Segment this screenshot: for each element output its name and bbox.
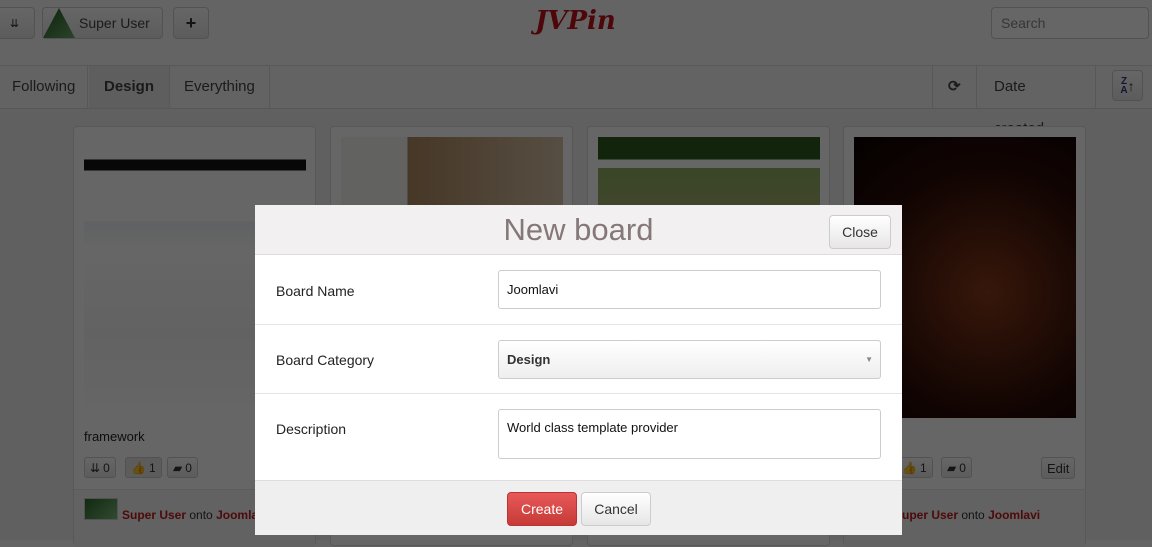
selected-category: Design: [507, 352, 551, 367]
user-name: Super User: [79, 15, 150, 31]
pin-icon: ⇊: [9, 17, 20, 30]
comment-icon: ▰: [173, 460, 183, 475]
tab-everything[interactable]: Everything: [170, 66, 270, 108]
user-menu-button[interactable]: Super User: [42, 7, 163, 39]
edit-button[interactable]: Edit: [1041, 457, 1076, 479]
logo[interactable]: JVPin: [535, 6, 616, 36]
sort-za-icon: ZA: [1120, 75, 1128, 96]
board-category-select[interactable]: Design ▼: [498, 340, 881, 379]
description-label: Description: [276, 421, 347, 437]
arrow-up-icon: ↑: [1127, 77, 1135, 94]
repin-button[interactable]: ⇊ 0: [84, 457, 116, 478]
close-button[interactable]: Close: [829, 215, 891, 249]
description-row: Description World class template provide…: [255, 394, 902, 480]
repin-count: 0: [103, 460, 110, 475]
like-button[interactable]: 👍 1: [125, 457, 162, 478]
thumbs-up-icon: 👍: [131, 460, 146, 475]
pin-title: framework: [84, 429, 145, 444]
sort-order-button[interactable]: Z A ↑: [1112, 70, 1143, 101]
avatar: [43, 8, 75, 38]
user-link[interactable]: Super User: [894, 508, 958, 522]
pin-attribution: Super User onto Joomlavi: [122, 508, 268, 522]
board-name-label: Board Name: [276, 283, 355, 299]
board-category-row: Board Category Design ▼: [255, 325, 902, 394]
avatar[interactable]: [84, 498, 118, 520]
onto-text: onto: [961, 508, 985, 522]
board-link[interactable]: Joomlavi: [988, 508, 1040, 522]
category-nav: Following Design Everything ⟳ Date creat…: [0, 66, 1152, 137]
comment-count: 0: [185, 460, 192, 475]
create-button[interactable]: Create: [507, 492, 577, 526]
tab-design[interactable]: Design: [89, 66, 171, 108]
comment-count: 0: [959, 460, 966, 475]
repin-menu-button[interactable]: ⇊: [0, 7, 35, 39]
sort-select[interactable]: Date created: [978, 66, 1096, 137]
comment-icon: ▰: [947, 460, 957, 475]
pin-icon: ⇊: [90, 460, 101, 475]
dialog-footer: Create Cancel: [255, 480, 902, 535]
like-count: 1: [919, 460, 927, 475]
top-bar: ⇊ Super User + JVPin: [0, 0, 1152, 66]
plus-icon: +: [185, 12, 197, 33]
pin-attribution: Super User onto Joomlavi: [894, 508, 1040, 522]
thumbs-up-icon: 👍: [902, 460, 917, 475]
dialog-header: New board Close: [255, 205, 902, 255]
add-button[interactable]: +: [173, 7, 209, 39]
refresh-button[interactable]: ⟳: [932, 66, 977, 108]
onto-text: onto: [189, 508, 213, 522]
like-count: 1: [148, 460, 156, 475]
dialog-title: New board: [503, 212, 654, 247]
user-link[interactable]: Super User: [122, 508, 186, 522]
description-textarea[interactable]: World class template provider: [498, 409, 881, 459]
search-input[interactable]: [991, 7, 1149, 39]
comment-button[interactable]: ▰ 0: [941, 457, 972, 478]
board-category-label: Board Category: [276, 352, 375, 368]
new-board-dialog: New board Close Board Name Board Categor…: [255, 205, 902, 535]
cancel-button[interactable]: Cancel: [581, 492, 651, 526]
comment-button[interactable]: ▰ 0: [167, 457, 198, 478]
caret-down-icon: ▼: [865, 355, 873, 364]
refresh-icon: ⟳: [948, 78, 961, 95]
tab-following[interactable]: Following: [0, 66, 89, 108]
board-name-input[interactable]: [498, 270, 881, 309]
board-name-row: Board Name: [255, 255, 902, 325]
